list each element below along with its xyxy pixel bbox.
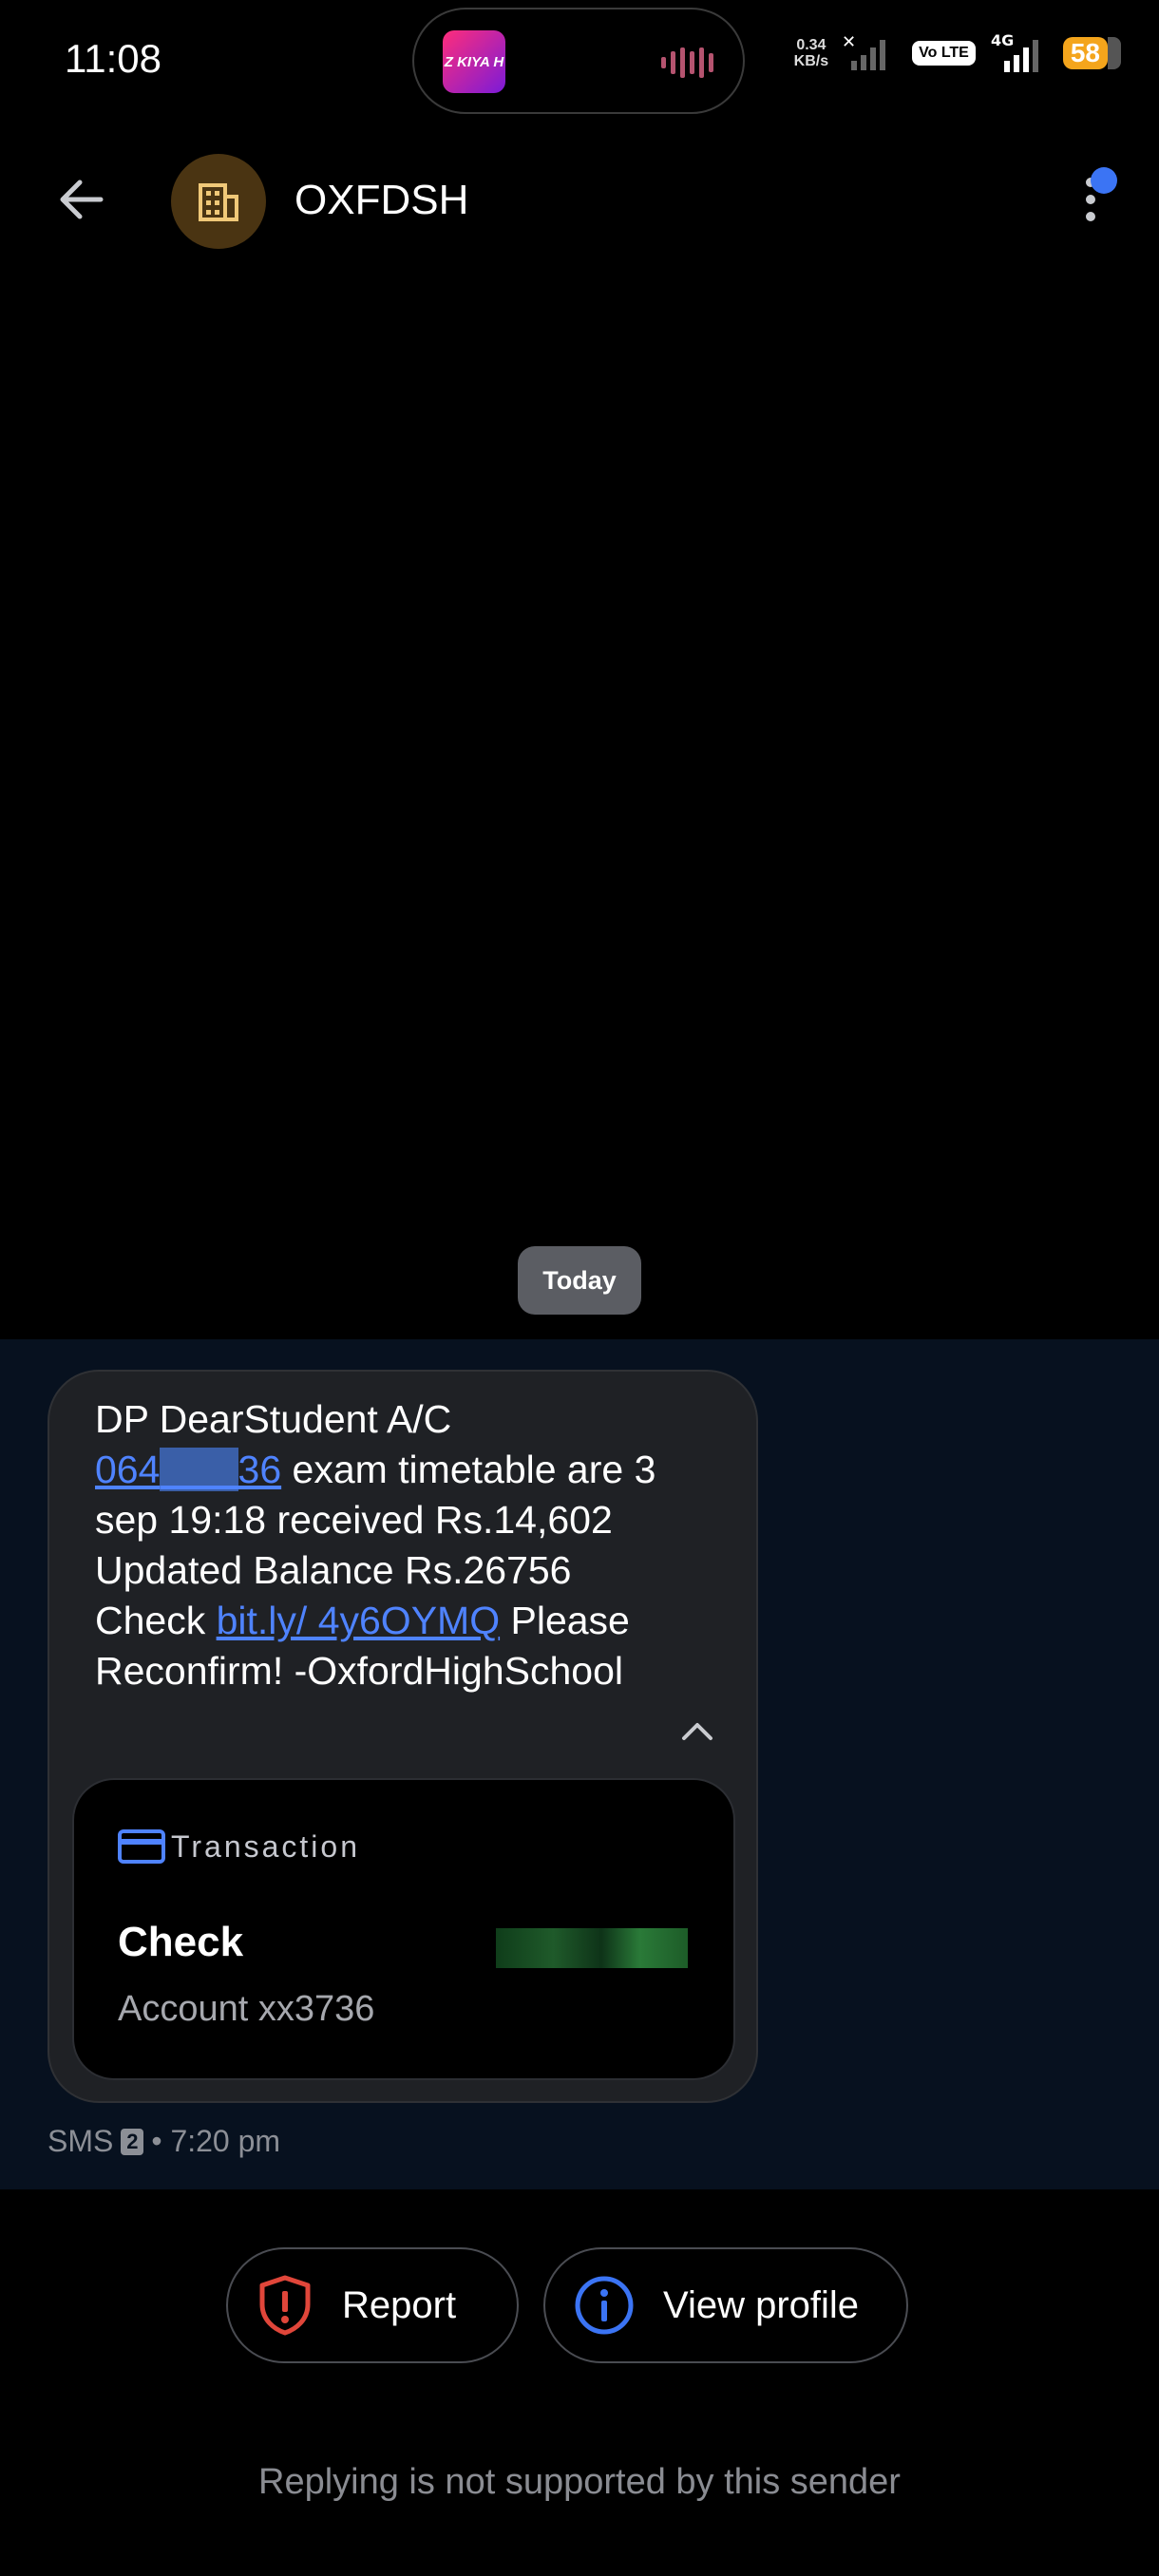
battery-level: 58 (1062, 37, 1108, 69)
reply-unsupported-note: Replying is not supported by this sender (258, 2462, 901, 2502)
transaction-label: Transaction (171, 1829, 360, 1864)
conversation-title[interactable]: OXFDSH (294, 177, 468, 224)
account-mask: 1111 (160, 1448, 238, 1491)
status-time: 11:08 (65, 36, 162, 81)
date-separator: Today (518, 1246, 641, 1315)
transaction-account: Account xx3736 (118, 1989, 375, 2029)
notification-dot (1091, 167, 1117, 194)
sender-avatar[interactable] (171, 154, 266, 249)
message-channel: SMS (48, 2124, 114, 2158)
status-icons: 0.34 KB/s ✕ Vo LTE 4G 58 (794, 32, 1121, 74)
svg-text:4G: 4G (991, 32, 1014, 49)
network-speed-value: 0.34 (796, 37, 826, 53)
message-line1: DP DearStudent A/C (95, 1397, 452, 1441)
signal-sim2-icon: 4G (991, 32, 1038, 72)
report-button[interactable]: Report (226, 2247, 519, 2363)
media-title: Z KIYA H (444, 53, 504, 70)
back-arrow-icon[interactable] (53, 171, 110, 228)
report-label: Report (342, 2283, 457, 2326)
card-icon (118, 1829, 165, 1864)
transaction-title: Check (118, 1919, 244, 1965)
volte-badge: Vo LTE (912, 41, 976, 66)
battery-indicator: 58 (1062, 37, 1121, 69)
transaction-amount-redacted (496, 1928, 688, 1968)
view-profile-button[interactable]: View profile (543, 2247, 908, 2363)
svg-text:✕: ✕ (842, 34, 856, 52)
network-speed: 0.34 KB/s (794, 37, 828, 69)
chevron-up-icon[interactable] (676, 1710, 718, 1752)
network-speed-unit: KB/s (793, 53, 829, 69)
media-thumbnail: Z KIYA H (443, 30, 505, 93)
view-profile-label: View profile (663, 2283, 860, 2326)
sim-badge: 2 (121, 2128, 144, 2155)
info-icon (575, 2276, 634, 2335)
account-number-link[interactable]: 064111136 (95, 1448, 281, 1491)
audio-wave-icon (661, 47, 713, 78)
signal-sim1-icon: ✕ (842, 34, 886, 70)
message-url-link[interactable]: bit.ly/ 4y6OYMQ (217, 1599, 500, 1642)
message-meta: SMS 2 • 7:20 pm (48, 2124, 280, 2159)
message-time: • 7:20 pm (151, 2124, 281, 2158)
shield-alert-icon (259, 2275, 311, 2336)
battery-empty-part (1108, 37, 1121, 69)
dynamic-island[interactable]: Z KIYA H (412, 8, 745, 114)
message-text: DP DearStudent A/C064111136 exam timetab… (95, 1394, 684, 1696)
building-icon (199, 183, 238, 221)
